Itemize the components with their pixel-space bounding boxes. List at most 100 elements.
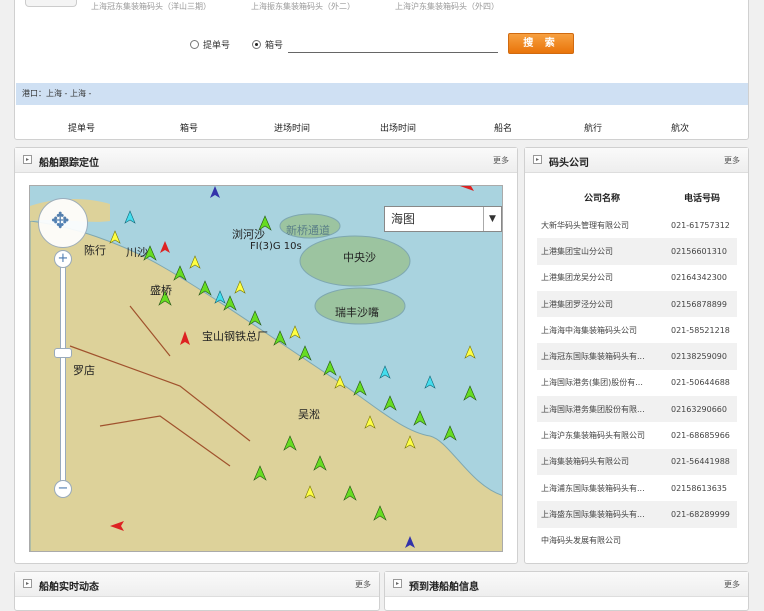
more-link[interactable]: 更多 <box>355 579 371 590</box>
company-name: 上海国际港务(集团)股份有... <box>541 378 643 388</box>
panel-header: ▸ 船舶实时动态 更多 <box>15 572 379 597</box>
radio-container-number[interactable]: 箱号 <box>252 38 283 51</box>
more-link[interactable]: 更多 <box>724 155 740 166</box>
map-label: 陈行 <box>84 244 106 257</box>
company-phone: 02164342300 <box>671 273 727 283</box>
company-name: 中海码头发展有限公司 <box>541 536 621 546</box>
company-phone: 021-68685966 <box>671 431 730 441</box>
map-viewport[interactable]: 陈行 川沙 盛桥 宝山钢铁总厂 罗店 吴淞 浏河沙 中央沙 瑞丰沙嘴 新桥通道 … <box>29 185 503 552</box>
map-label: 瑞丰沙嘴 <box>335 306 379 319</box>
company-phone: 02163290660 <box>667 396 737 423</box>
chevron-down-icon[interactable]: ▼ <box>483 207 501 231</box>
pan-control[interactable]: ✥ <box>38 198 88 248</box>
company-phone: 02156878899 <box>667 290 737 318</box>
company-rows: 大新华码头管理有限公司 021-61757312 上港集团宝山分公司 02156601… <box>537 212 737 554</box>
table-row[interactable]: 大新华码头管理有限公司 021-61757312 <box>537 212 737 238</box>
panel-title: 船舶跟踪定位 <box>39 158 99 169</box>
route-bar: 港口：上海 - 上海 - <box>16 83 748 105</box>
map-panel: ▸ 船舶跟踪定位 更多 陈行 川沙 盛桥 宝山钢铁总厂 罗店 吴淞 浏河沙 中央… <box>14 147 518 564</box>
panel-header: ▸ 船舶跟踪定位 更多 <box>15 148 517 173</box>
expand-icon[interactable]: ▸ <box>23 579 32 588</box>
company-name: 上海冠东国际集装箱码头有... <box>537 343 667 370</box>
search-panel: 上海冠东集装箱码头（洋山三期） 上海振东集装箱码头（外二） 上海沪东集装箱码头（… <box>14 0 749 140</box>
column-header: 出场时间 <box>380 124 417 134</box>
company-name: 上海沪东集装箱码头有限公司 <box>541 431 645 441</box>
map-type-select[interactable]: 海图 ▼ <box>384 206 502 232</box>
company-phone: 02156601310 <box>667 238 737 265</box>
company-phone: 021-68289999 <box>667 501 737 528</box>
terminal-links: 上海冠东集装箱码头（洋山三期） 上海振东集装箱码头（外二） 上海沪东集装箱码头（… <box>15 1 715 13</box>
column-header: 电话号码 <box>683 193 720 204</box>
column-header: 进场时间 <box>274 124 311 134</box>
company-name: 上港集团龙吴分公司 <box>541 273 613 283</box>
panel-title: 船舶实时动态 <box>39 582 99 593</box>
map-type-value: 海图 <box>391 212 416 226</box>
more-link[interactable]: 更多 <box>724 579 740 590</box>
table-row[interactable]: 上港集团龙吴分公司 02164342300 <box>537 265 737 291</box>
map-label: 中央沙 <box>343 251 376 264</box>
map-label: 吴淞 <box>298 408 320 421</box>
column-header: 船名 <box>494 124 513 134</box>
table-row[interactable]: 上港集团罗泾分公司 02156878899 <box>537 290 737 318</box>
terminal-link[interactable]: 上海振东集装箱码头（外二） <box>251 1 355 12</box>
table-row[interactable]: 上海集装箱码头有限公司 021-56441988 <box>537 448 737 475</box>
company-phone <box>667 528 737 554</box>
table-row[interactable]: 上海国际港务集团股份有限... 02163290660 <box>537 396 737 423</box>
more-link[interactable]: 更多 <box>493 155 509 166</box>
table-row[interactable]: 上海海中海集装箱码头公司 021-58521218 <box>537 317 737 343</box>
company-table-wrap: 公司名称 电话号码 大新华码头管理有限公司 021-61757312 上港集团宝山分… <box>537 182 737 554</box>
company-phone: 021-61757312 <box>671 220 730 230</box>
company-name: 上海浦东国际集装箱码头有... <box>541 483 645 493</box>
panel-header: ▸ 预到港船舶信息 更多 <box>385 572 748 597</box>
radio-label: 箱号 <box>265 41 284 51</box>
table-row[interactable]: 上港集团宝山分公司 02156601310 <box>537 238 737 265</box>
table-row[interactable]: 上海冠东国际集装箱码头有... 02138259090 <box>537 343 737 370</box>
panel-title: 预到港船舶信息 <box>409 582 479 593</box>
company-phone: 021-56441988 <box>667 448 737 475</box>
zoom-out-button[interactable]: − <box>54 480 72 498</box>
table-row[interactable]: 上海国际港务(集团)股份有... 021-50644688 <box>537 370 737 396</box>
pan-arrows-icon: ✥ <box>51 209 70 234</box>
column-header: 航行 <box>584 124 603 134</box>
search-input[interactable] <box>288 35 498 53</box>
map-label: 罗店 <box>73 364 95 377</box>
zoom-slider-track[interactable] <box>60 261 66 486</box>
table-row[interactable]: 上海沪东集装箱码头有限公司 021-68685966 <box>537 422 737 448</box>
company-phone: 02138259090 <box>667 343 737 370</box>
zoom-in-button[interactable]: + <box>54 250 72 268</box>
arriving-vessels-panel: ▸ 预到港船舶信息 更多 <box>384 571 749 611</box>
search-button[interactable]: 搜 索 <box>508 33 574 54</box>
panel-title: 码头公司 <box>549 158 589 169</box>
radio-label: 提单号 <box>203 41 231 51</box>
zoom-handle[interactable] <box>54 348 72 358</box>
expand-icon[interactable]: ▸ <box>533 155 542 164</box>
company-name: 上海盛东国际集装箱码头有... <box>537 501 667 528</box>
expand-icon[interactable]: ▸ <box>393 579 402 588</box>
map-label: 新桥通道 <box>286 224 330 237</box>
company-name: 上海海中海集装箱码头公司 <box>541 325 637 335</box>
company-name: 上海国际港务集团股份有限... <box>537 396 667 423</box>
expand-icon[interactable]: ▸ <box>23 155 32 164</box>
company-name: 上港集团罗泾分公司 <box>537 290 667 318</box>
column-header: 箱号 <box>180 124 199 134</box>
column-header: 公司名称 <box>583 193 620 204</box>
terminal-link[interactable]: 上海沪东集装箱码头（外四） <box>395 1 499 12</box>
table-row[interactable]: 上海浦东国际集装箱码头有... 02158613635 <box>537 475 737 501</box>
company-phone: 02158613635 <box>671 483 727 493</box>
table-row[interactable]: 上海盛东国际集装箱码头有... 021-68289999 <box>537 501 737 528</box>
map-label: 川沙 <box>126 246 148 259</box>
table-row[interactable]: 中海码头发展有限公司 <box>537 528 737 554</box>
radio-icon[interactable] <box>190 40 199 49</box>
radio-bill-number[interactable]: 提单号 <box>190 38 230 51</box>
company-name: 上海集装箱码头有限公司 <box>537 448 667 475</box>
column-header: 提单号 <box>68 124 96 134</box>
company-table: 公司名称 电话号码 大新华码头管理有限公司 021-61757312 上港集团宝山分… <box>537 182 737 554</box>
terminal-link[interactable]: 上海冠东集装箱码头（洋山三期） <box>91 1 211 12</box>
company-name: 上港集团宝山分公司 <box>537 238 667 265</box>
panel-header: ▸ 码头公司 更多 <box>525 148 748 173</box>
company-panel: ▸ 码头公司 更多 公司名称 电话号码 大新华码头管理有限公司 021-61757… <box>524 147 749 564</box>
map-label: 浏河沙 <box>232 228 265 241</box>
map-label: 盛桥 <box>150 284 172 297</box>
column-header: 航次 <box>671 124 690 134</box>
radio-selected-icon[interactable] <box>252 40 261 49</box>
